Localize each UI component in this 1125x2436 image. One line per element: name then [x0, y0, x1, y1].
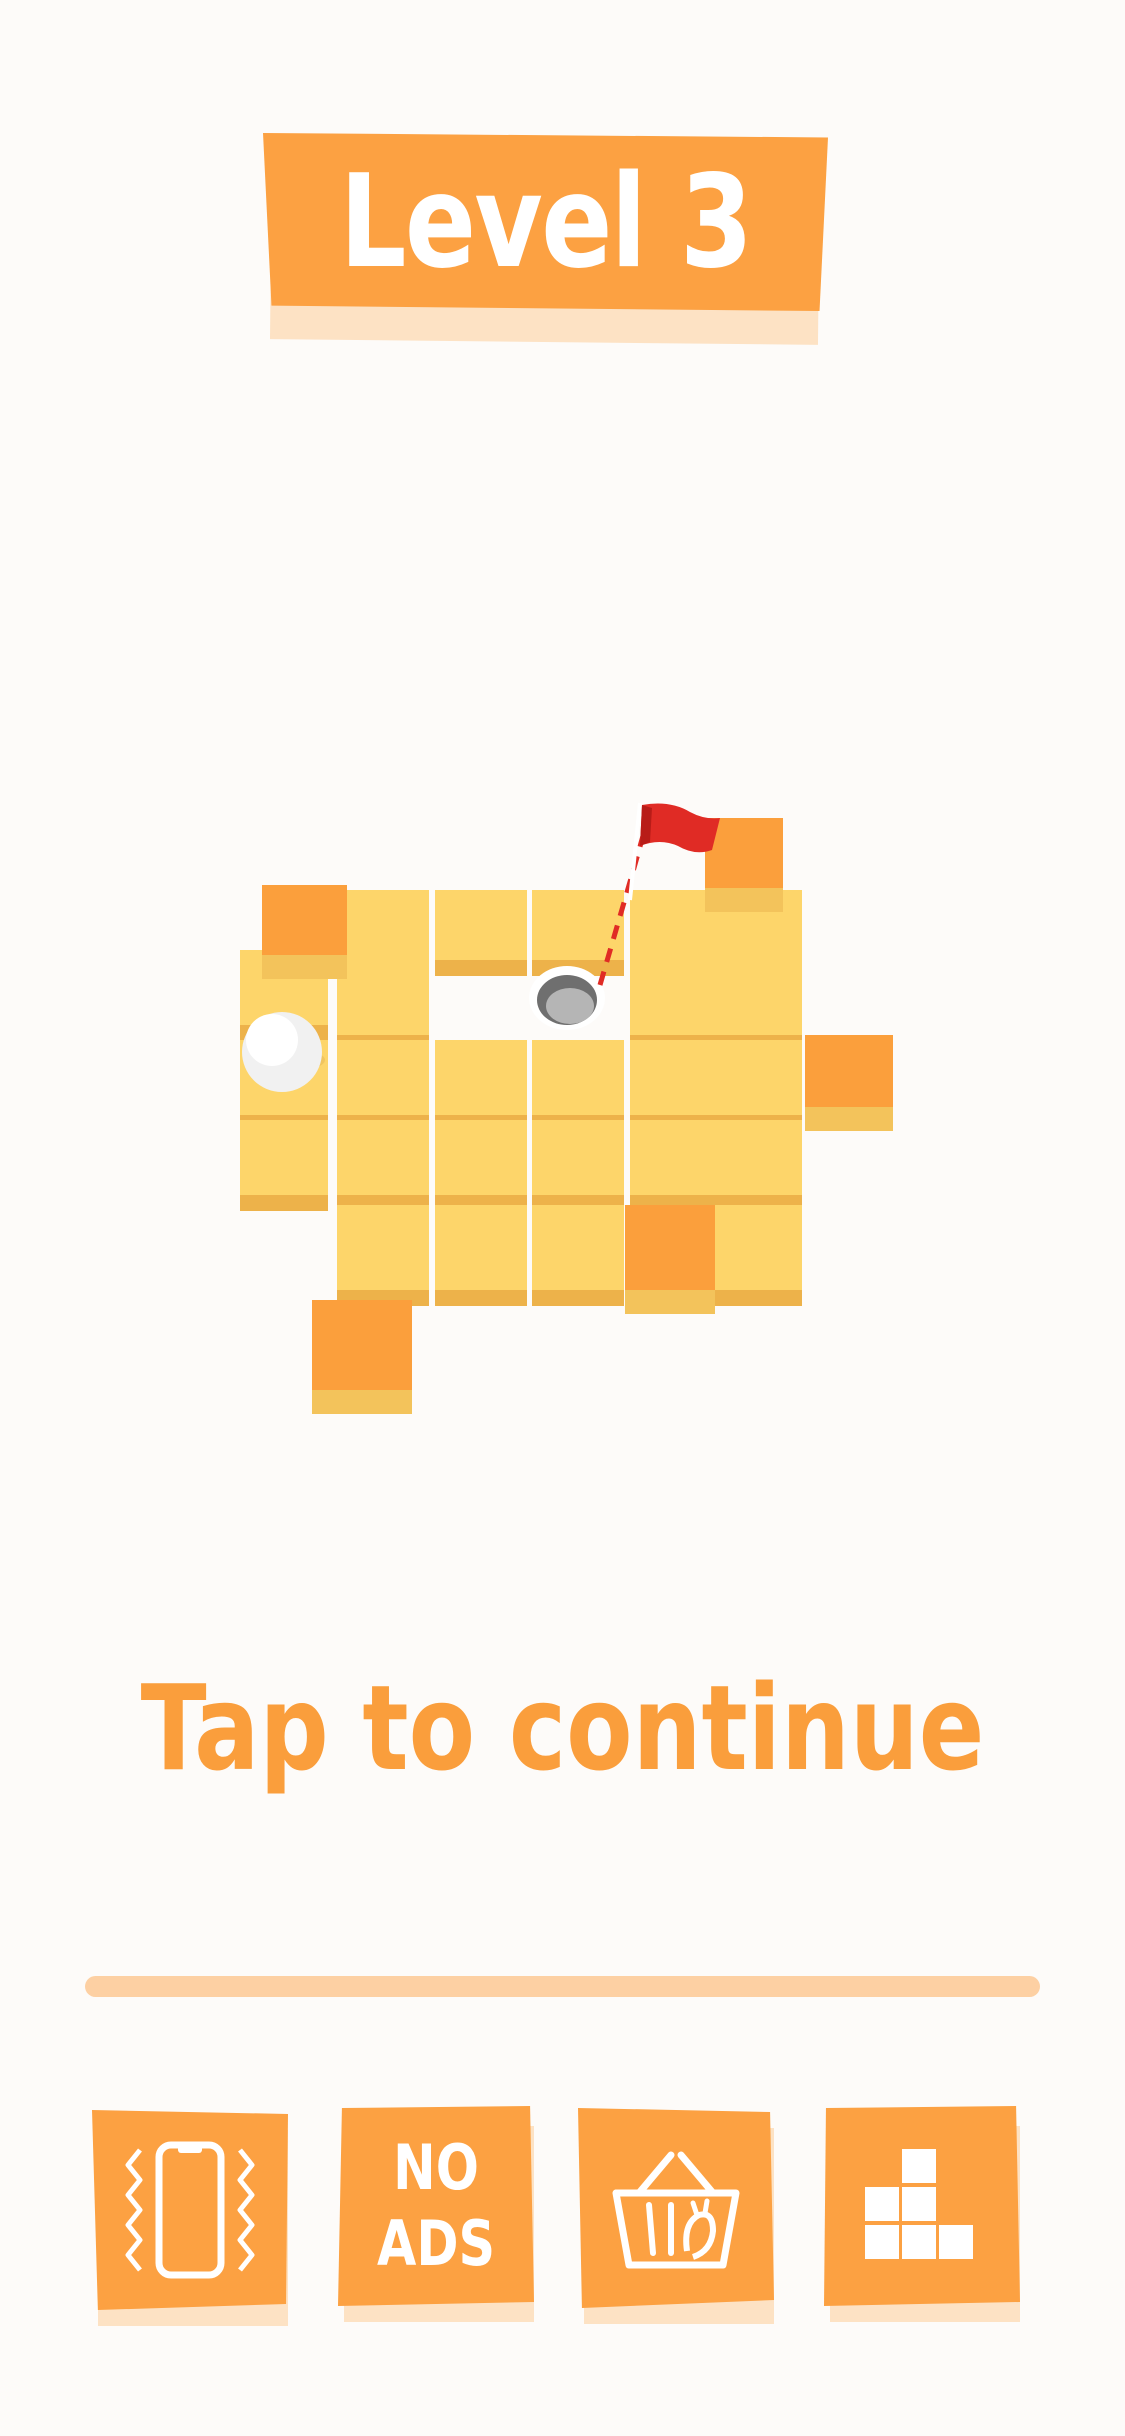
raised-block	[312, 1300, 412, 1414]
shop-button[interactable]	[578, 2108, 778, 2324]
floor-tile	[712, 960, 802, 1051]
floor-tile	[630, 960, 718, 1051]
shop-button-content	[578, 2108, 774, 2308]
levels-button-content	[824, 2106, 1020, 2306]
raised-block	[805, 1035, 893, 1131]
floor-tile	[337, 1205, 429, 1306]
progress-bar	[85, 1976, 1040, 1997]
floor-tile	[712, 1205, 802, 1306]
floor-tile	[435, 890, 527, 976]
floor-tile	[630, 1120, 718, 1211]
floor-tile	[337, 1120, 429, 1211]
tile-layer	[240, 818, 893, 1414]
no-ads-line-1: NO	[393, 2131, 479, 2204]
no-ads-label: NO ADS	[377, 2130, 495, 2282]
raised-block	[625, 1205, 715, 1314]
hole	[529, 966, 605, 1030]
vibration-button-content	[92, 2110, 288, 2310]
floor-tile	[337, 1040, 429, 1131]
game-board[interactable]	[0, 0, 1125, 2436]
floor-tile	[532, 1120, 624, 1211]
raised-block	[705, 818, 783, 912]
floor-tile	[630, 1040, 718, 1131]
vibration-phone-icon	[125, 2141, 255, 2279]
floor-tile	[532, 1205, 624, 1306]
raised-block	[262, 885, 347, 979]
floor-tile	[435, 1120, 527, 1211]
no-ads-line-2: ADS	[376, 2207, 496, 2280]
shopping-basket-icon	[612, 2151, 740, 2269]
no-ads-button[interactable]: NO ADS	[338, 2106, 538, 2322]
floor-tile	[532, 1040, 624, 1131]
levels-button[interactable]	[824, 2106, 1024, 2322]
tap-to-continue[interactable]: Tap to continue	[101, 1658, 1024, 1798]
floor-tile	[435, 1040, 527, 1131]
floor-tile	[712, 1040, 802, 1131]
floor-tile	[532, 890, 624, 976]
floor-tile	[337, 960, 429, 1051]
floor-tile	[240, 1120, 328, 1211]
blocks-stairs-icon	[865, 2149, 973, 2259]
no-ads-button-content: NO ADS	[338, 2106, 534, 2306]
vibration-button[interactable]	[92, 2110, 292, 2326]
floor-tile	[712, 1120, 802, 1211]
floor-tile	[435, 1205, 527, 1306]
